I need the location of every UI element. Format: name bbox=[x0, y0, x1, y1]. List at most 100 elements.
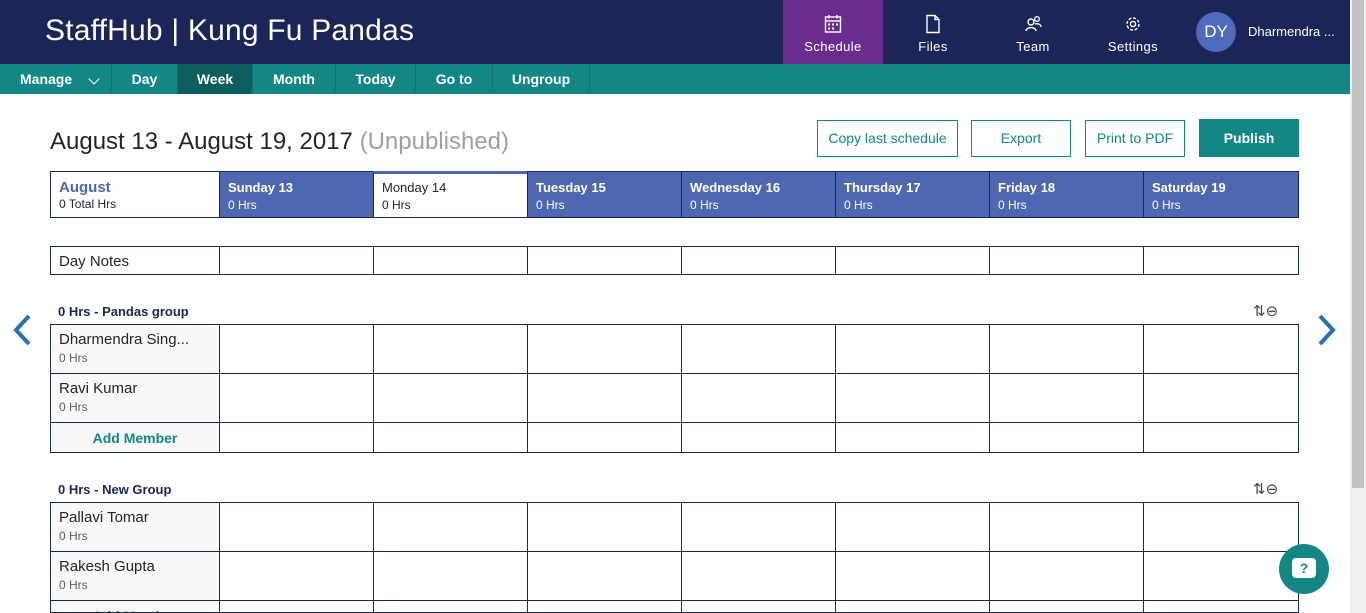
day-header-thursday[interactable]: Thursday 17 0 Hrs bbox=[835, 171, 990, 218]
member-row-label[interactable]: Pallavi Tomar 0 Hrs bbox=[50, 502, 220, 552]
export-button[interactable]: Export bbox=[971, 120, 1071, 157]
gear-icon bbox=[1126, 17, 1140, 31]
next-week-arrow-icon[interactable] bbox=[1316, 313, 1338, 347]
shift-cell[interactable] bbox=[835, 324, 990, 374]
day-label: Tuesday 15 bbox=[536, 180, 606, 195]
help-chat-button[interactable]: ? bbox=[1279, 544, 1329, 594]
nav-files[interactable]: Files bbox=[883, 0, 983, 64]
help-icon: ? bbox=[1292, 558, 1316, 578]
nav-settings-label: Settings bbox=[1107, 39, 1159, 54]
day-hours: 0 Hrs bbox=[536, 198, 565, 212]
shift-cell[interactable] bbox=[681, 422, 836, 453]
shift-cell[interactable] bbox=[989, 600, 1144, 613]
add-member-button[interactable]: Add Member bbox=[50, 422, 220, 453]
username[interactable]: Dharmendra ... bbox=[1248, 24, 1335, 39]
day-header-friday[interactable]: Friday 18 0 Hrs bbox=[989, 171, 1144, 218]
day-header-wednesday[interactable]: Wednesday 16 0 Hrs bbox=[681, 171, 836, 218]
week-title: August 13 - August 19, 2017 (Unpublished… bbox=[50, 128, 509, 156]
shift-cell[interactable] bbox=[373, 600, 528, 613]
calendar-icon bbox=[824, 15, 842, 33]
shift-cell[interactable] bbox=[835, 551, 990, 601]
sort-icon[interactable]: ⇅ bbox=[1253, 303, 1266, 320]
shift-cell[interactable] bbox=[835, 600, 990, 613]
shift-cell[interactable] bbox=[989, 551, 1144, 601]
nav-team[interactable]: Team bbox=[983, 0, 1083, 64]
day-note-cell[interactable] bbox=[989, 246, 1144, 275]
print-to-pdf-button[interactable]: Print to PDF bbox=[1085, 120, 1185, 157]
day-label: Friday 18 bbox=[998, 180, 1056, 195]
month-summary: August 0 Total Hrs bbox=[50, 171, 220, 218]
shift-cell[interactable] bbox=[219, 551, 374, 601]
shift-cell[interactable] bbox=[373, 422, 528, 453]
nav-files-label: Files bbox=[918, 39, 948, 54]
month-view-button[interactable]: Month bbox=[253, 64, 336, 94]
today-button[interactable]: Today bbox=[336, 64, 416, 94]
shift-cell[interactable] bbox=[835, 373, 990, 423]
shift-cell[interactable] bbox=[681, 373, 836, 423]
day-header-monday[interactable]: Monday 14 0 Hrs bbox=[373, 171, 528, 218]
collapse-icon[interactable]: ⊖ bbox=[1266, 481, 1279, 498]
day-header-saturday[interactable]: Saturday 19 0 Hrs bbox=[1143, 171, 1299, 218]
shift-cell[interactable] bbox=[219, 373, 374, 423]
shift-cell[interactable] bbox=[219, 600, 374, 613]
shift-cell[interactable] bbox=[681, 551, 836, 601]
shift-cell[interactable] bbox=[527, 502, 682, 552]
day-note-cell[interactable] bbox=[1143, 246, 1299, 275]
add-member-button[interactable]: Add Member bbox=[50, 600, 220, 613]
shift-cell[interactable] bbox=[373, 502, 528, 552]
shift-cell[interactable] bbox=[219, 502, 374, 552]
day-header-tuesday[interactable]: Tuesday 15 0 Hrs bbox=[527, 171, 682, 218]
shift-cell[interactable] bbox=[1143, 502, 1299, 552]
shift-cell[interactable] bbox=[989, 324, 1144, 374]
day-note-cell[interactable] bbox=[527, 246, 682, 275]
shift-cell[interactable] bbox=[527, 551, 682, 601]
shift-cell[interactable] bbox=[989, 422, 1144, 453]
shift-cell[interactable] bbox=[527, 373, 682, 423]
shift-cell[interactable] bbox=[219, 324, 374, 374]
scrollbar-thumb[interactable] bbox=[1352, 0, 1364, 488]
shift-cell[interactable] bbox=[527, 422, 682, 453]
day-note-cell[interactable] bbox=[373, 246, 528, 275]
day-note-cell[interactable] bbox=[835, 246, 990, 275]
shift-cell[interactable] bbox=[219, 422, 374, 453]
shift-cell[interactable] bbox=[1143, 551, 1299, 601]
member-row-label[interactable]: Dharmendra Sing... 0 Hrs bbox=[50, 324, 220, 374]
day-view-button[interactable]: Day bbox=[112, 64, 178, 94]
nav-settings[interactable]: Settings bbox=[1083, 0, 1183, 64]
shift-cell[interactable] bbox=[681, 502, 836, 552]
goto-button[interactable]: Go to bbox=[416, 64, 493, 94]
shift-cell[interactable] bbox=[1143, 422, 1299, 453]
day-note-cell[interactable] bbox=[219, 246, 374, 275]
nav-schedule[interactable]: Schedule bbox=[783, 0, 883, 64]
ungroup-button[interactable]: Ungroup bbox=[493, 64, 590, 94]
member-row-label[interactable]: Rakesh Gupta 0 Hrs bbox=[50, 551, 220, 601]
shift-cell[interactable] bbox=[1143, 373, 1299, 423]
shift-cell[interactable] bbox=[373, 373, 528, 423]
shift-cell[interactable] bbox=[1143, 324, 1299, 374]
member-name: Pallavi Tomar bbox=[59, 509, 149, 526]
week-view-button[interactable]: Week bbox=[178, 64, 253, 94]
collapse-icon[interactable]: ⊖ bbox=[1266, 303, 1279, 320]
publish-button[interactable]: Publish bbox=[1199, 119, 1299, 157]
shift-cell[interactable] bbox=[527, 324, 682, 374]
previous-week-arrow-icon[interactable] bbox=[11, 313, 33, 347]
day-note-cell[interactable] bbox=[681, 246, 836, 275]
day-header-sunday[interactable]: Sunday 13 0 Hrs bbox=[219, 171, 374, 218]
shift-cell[interactable] bbox=[681, 324, 836, 374]
member-row-label[interactable]: Ravi Kumar 0 Hrs bbox=[50, 373, 220, 423]
shift-cell[interactable] bbox=[835, 422, 990, 453]
shift-cell[interactable] bbox=[527, 600, 682, 613]
sort-icon[interactable]: ⇅ bbox=[1253, 481, 1266, 498]
shift-cell[interactable] bbox=[1143, 600, 1299, 613]
total-hours: 0 Total Hrs bbox=[59, 197, 117, 211]
day-hours: 0 Hrs bbox=[844, 198, 873, 212]
shift-cell[interactable] bbox=[835, 502, 990, 552]
shift-cell[interactable] bbox=[373, 324, 528, 374]
manage-dropdown[interactable]: Manage bbox=[0, 64, 112, 94]
shift-cell[interactable] bbox=[373, 551, 528, 601]
shift-cell[interactable] bbox=[989, 502, 1144, 552]
shift-cell[interactable] bbox=[989, 373, 1144, 423]
copy-last-schedule-button[interactable]: Copy last schedule bbox=[817, 120, 958, 157]
avatar[interactable]: DY bbox=[1196, 12, 1236, 52]
shift-cell[interactable] bbox=[681, 600, 836, 613]
